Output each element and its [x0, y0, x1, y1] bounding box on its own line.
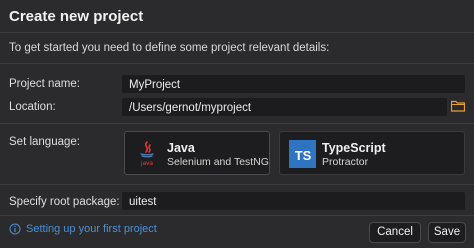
help-link[interactable]: Setting up your first project: [9, 223, 157, 235]
location-input[interactable]: /Users/gernot/myproject: [122, 98, 447, 116]
language-card-java[interactable]: java Java Selenium and TestNG: [124, 131, 270, 175]
folder-icon[interactable]: [451, 100, 465, 112]
java-icon: java: [140, 141, 154, 167]
language-subtitle: Protractor: [322, 156, 369, 168]
title-divider: [0, 32, 474, 33]
root-package-label: Specify root package:: [9, 196, 120, 208]
footer-divider: [0, 215, 474, 216]
cancel-button[interactable]: Cancel: [369, 222, 421, 243]
typescript-badge-text: TS: [295, 148, 312, 163]
language-label: Set language:: [9, 136, 80, 148]
divider: [0, 123, 474, 124]
dialog-title: Create new project: [9, 8, 144, 25]
save-button[interactable]: Save: [428, 222, 466, 243]
info-icon: [9, 223, 21, 235]
language-name: TypeScript: [322, 141, 386, 155]
divider: [0, 184, 474, 185]
language-card-typescript[interactable]: TS TypeScript Protractor: [279, 131, 465, 175]
language-subtitle: Selenium and TestNG: [167, 156, 269, 168]
typescript-icon: TS: [289, 140, 316, 168]
dialog-intro: To get started you need to define some p…: [9, 42, 330, 54]
intro-divider: [0, 63, 474, 64]
project-name-input[interactable]: MyProject: [122, 75, 465, 93]
project-name-label: Project name:: [9, 78, 80, 90]
location-label: Location:: [9, 101, 56, 113]
root-package-input[interactable]: uitest: [122, 192, 465, 210]
language-name: Java: [167, 141, 195, 155]
help-link-text[interactable]: Setting up your first project: [26, 223, 157, 235]
java-badge-text: java: [140, 160, 153, 167]
